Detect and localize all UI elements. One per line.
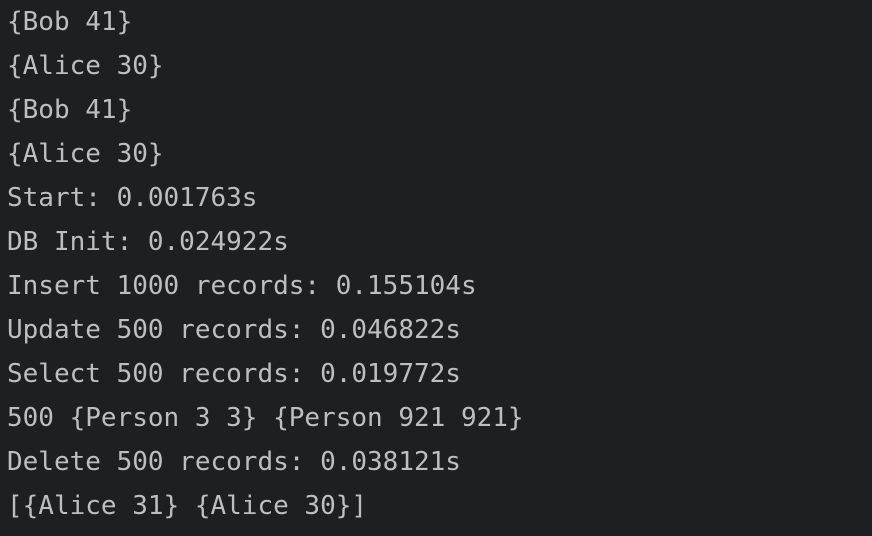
console-output[interactable]: {Bob 41} {Alice 30} {Bob 41} {Alice 30} … xyxy=(0,0,872,536)
console-line: [{Alice 31} {Alice 30}] xyxy=(7,491,368,521)
console-line: Update 500 records: 0.046822s xyxy=(7,315,461,345)
console-line: {Alice 30} xyxy=(7,51,164,81)
console-line: {Alice 30} xyxy=(7,139,164,169)
console-line: DB Init: 0.024922s xyxy=(7,227,289,257)
console-line: 500 {Person 3 3} {Person 921 921} xyxy=(7,403,524,433)
console-line: Select 500 records: 0.019772s xyxy=(7,359,461,389)
console-line: {Bob 41} xyxy=(7,7,133,37)
console-line: Start: 0.001763s xyxy=(7,183,258,213)
console-line: Delete 500 records: 0.038121s xyxy=(7,447,461,477)
console-line: Insert 1000 records: 0.155104s xyxy=(7,271,477,301)
console-line: {Bob 41} xyxy=(7,95,133,125)
